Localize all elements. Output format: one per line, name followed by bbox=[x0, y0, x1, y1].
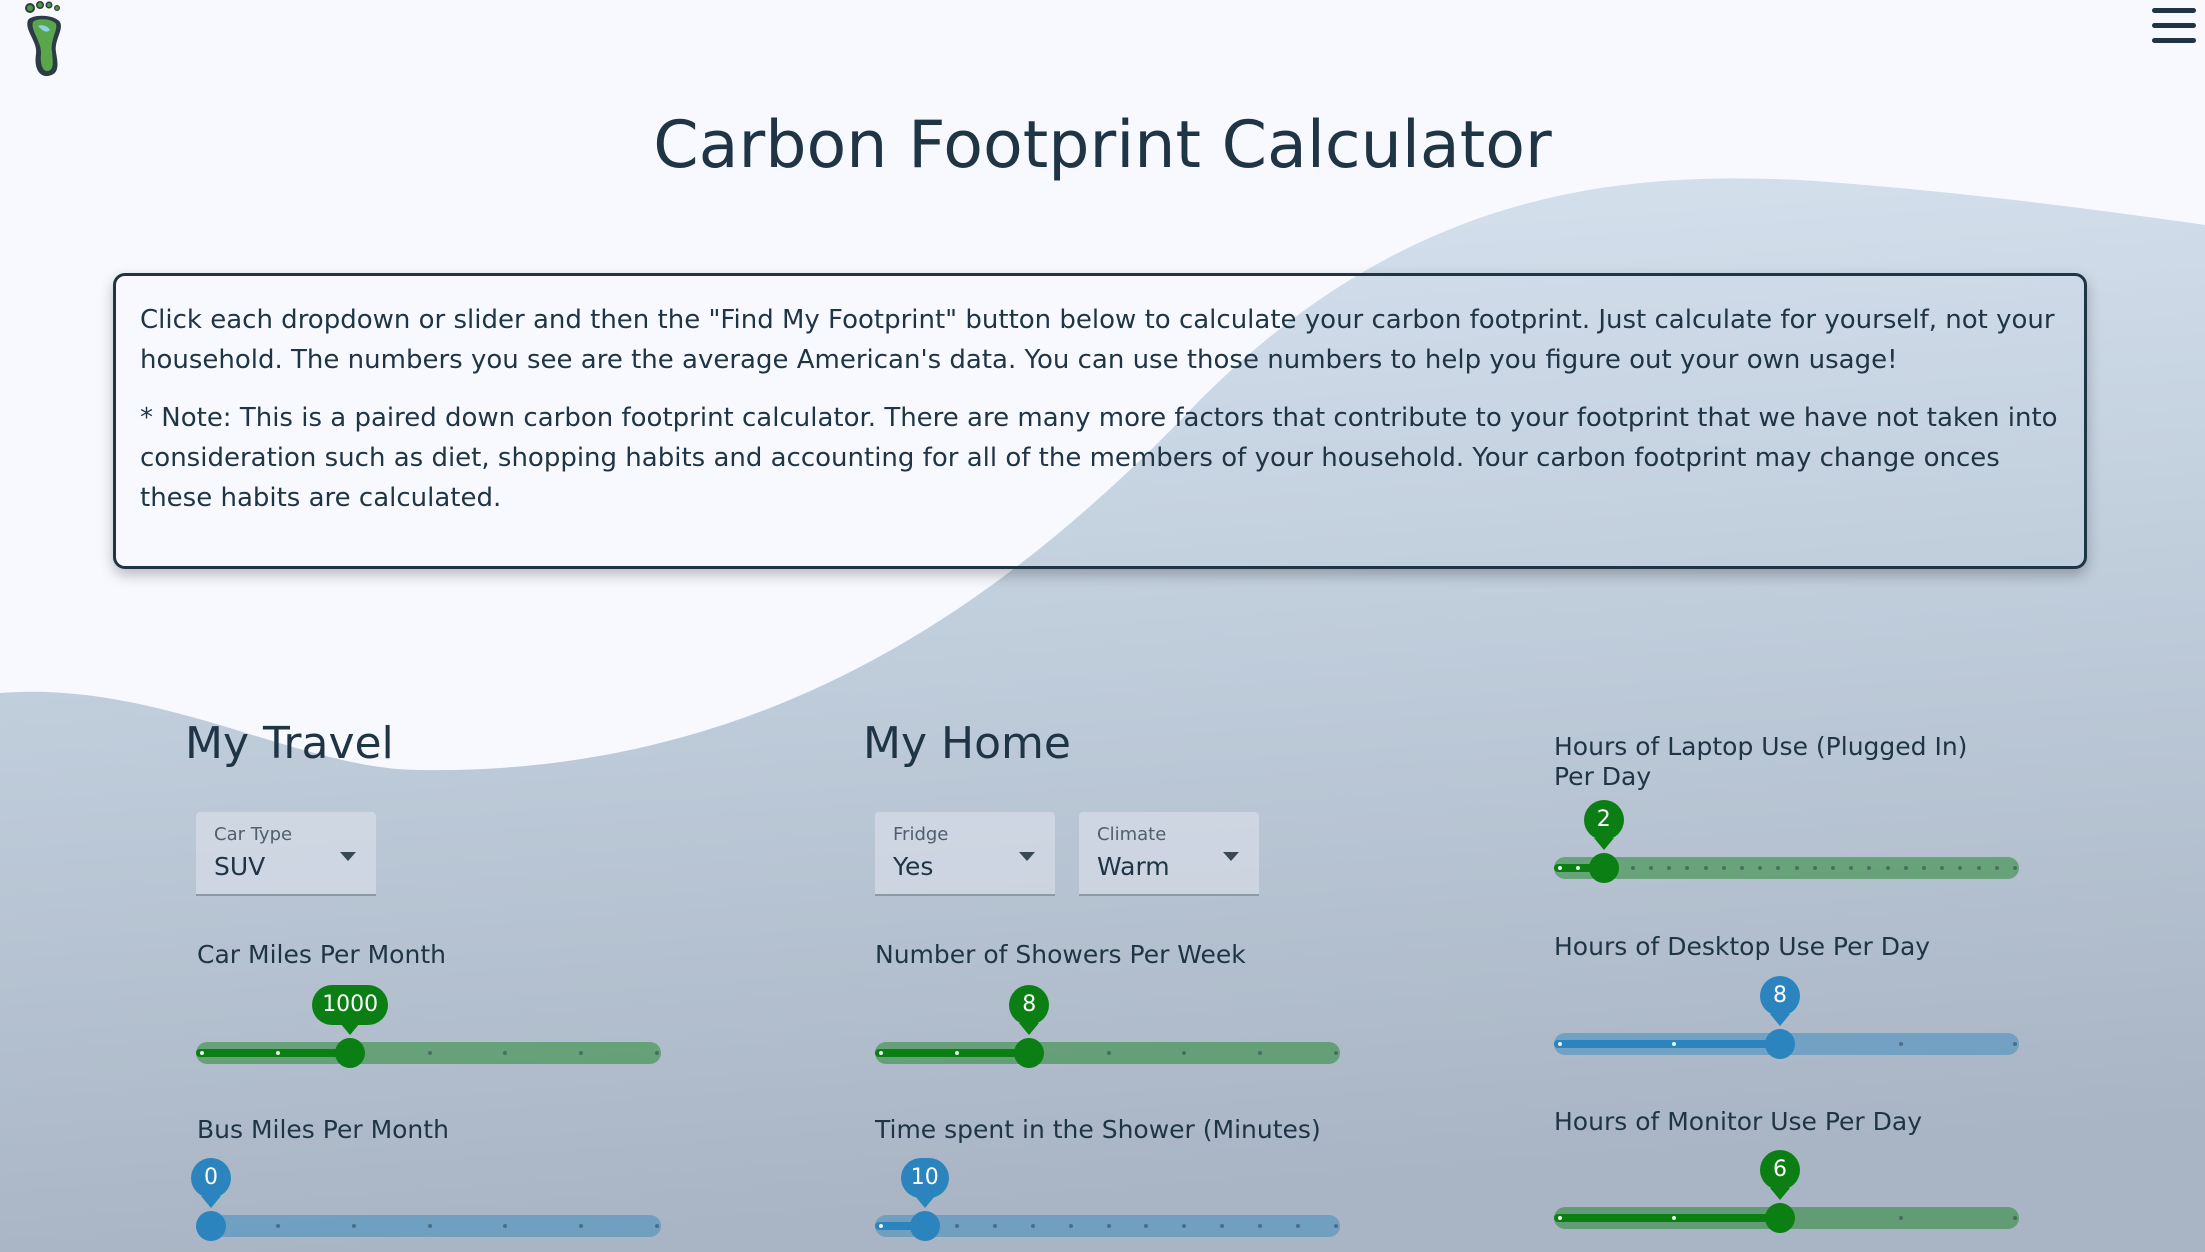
slider-value-label: 8 bbox=[1759, 976, 1800, 1016]
slider-tick bbox=[2013, 1216, 2017, 1220]
slider-tick bbox=[1558, 866, 1562, 870]
slider-track bbox=[1554, 1040, 1780, 1048]
car-type-value: SUV bbox=[214, 852, 266, 881]
slider-tick bbox=[1922, 866, 1926, 870]
slider-tick bbox=[954, 1224, 959, 1228]
slider-tick bbox=[427, 1051, 432, 1055]
slider-tick bbox=[275, 1051, 280, 1055]
dropdown-arrow-icon bbox=[340, 852, 356, 861]
dropdown-arrow-icon bbox=[1223, 852, 1239, 861]
slider-value-label: 0 bbox=[191, 1158, 231, 1198]
car-miles-slider[interactable]: 1000 bbox=[196, 985, 661, 1068]
slider-tick bbox=[954, 1051, 959, 1055]
slider-thumb[interactable] bbox=[196, 1211, 226, 1241]
slider-value-label: 1000 bbox=[312, 985, 389, 1025]
slider-tick bbox=[1030, 1224, 1035, 1228]
slider-track bbox=[875, 1049, 1030, 1057]
dropdown-arrow-icon bbox=[1019, 852, 1035, 861]
slider-tick bbox=[992, 1224, 997, 1228]
page-title: Carbon Footprint Calculator bbox=[653, 108, 1552, 183]
desktop-slider[interactable]: 8 bbox=[1554, 976, 2019, 1059]
monitor-label: Hours of Monitor Use Per Day bbox=[1554, 1107, 1923, 1136]
desktop-label: Hours of Desktop Use Per Day bbox=[1554, 932, 1931, 961]
slider-tick bbox=[2013, 866, 2017, 870]
slider-tick bbox=[879, 1224, 883, 1228]
instructions-box: Click each dropdown or slider and then t… bbox=[113, 273, 2087, 569]
slider-tick bbox=[1334, 1224, 1338, 1228]
slider-tick bbox=[1703, 866, 1708, 870]
hamburger-menu-icon[interactable] bbox=[2152, 8, 2196, 48]
slider-tick bbox=[2013, 1042, 2017, 1046]
slider-tick bbox=[655, 1224, 659, 1228]
slider-tick bbox=[1831, 866, 1835, 870]
climate-select[interactable]: Climate Warm bbox=[1079, 812, 1259, 896]
bus-miles-label: Bus Miles Per Month bbox=[197, 1115, 449, 1144]
slider-tick bbox=[1885, 866, 1890, 870]
slider-value-label: 10 bbox=[900, 1158, 949, 1198]
slider-thumb[interactable] bbox=[335, 1038, 366, 1068]
slider-value-label: 2 bbox=[1583, 800, 1624, 840]
slider-tick bbox=[427, 1224, 432, 1228]
slider-value-label: 6 bbox=[1759, 1150, 1800, 1190]
footprint-logo-icon[interactable] bbox=[20, 0, 68, 78]
slider-thumb[interactable] bbox=[909, 1211, 940, 1241]
slider-thumb[interactable] bbox=[1588, 853, 1619, 883]
slider-rail[interactable] bbox=[1554, 857, 2019, 879]
car-miles-label: Car Miles Per Month bbox=[197, 940, 446, 969]
slider-tick bbox=[1649, 866, 1653, 870]
car-type-label: Car Type bbox=[214, 824, 293, 845]
slider-tick bbox=[1106, 1224, 1111, 1228]
laptop-label: Hours of Laptop Use (Plugged In) Per Day bbox=[1554, 732, 1968, 791]
slider-tick bbox=[655, 1051, 659, 1055]
slider-tick bbox=[1903, 866, 1908, 870]
slider-tick bbox=[1068, 1224, 1073, 1228]
showers-slider[interactable]: 8 bbox=[875, 985, 1340, 1068]
slider-tick bbox=[1106, 1051, 1111, 1055]
slider-tick bbox=[1558, 1216, 1562, 1220]
slider-thumb[interactable] bbox=[1764, 1203, 1795, 1233]
slider-tick bbox=[1671, 1042, 1676, 1046]
laptop-slider[interactable]: 2 bbox=[1554, 800, 2019, 883]
slider-tick bbox=[1671, 1216, 1676, 1220]
fridge-select[interactable]: Fridge Yes bbox=[875, 812, 1055, 896]
slider-tick bbox=[879, 1051, 883, 1055]
slider-tick bbox=[1812, 866, 1817, 870]
slider-tick bbox=[1994, 866, 1999, 870]
slider-tick bbox=[275, 1224, 280, 1228]
fridge-label: Fridge bbox=[893, 824, 949, 845]
slider-tick bbox=[1740, 866, 1744, 870]
fridge-value: Yes bbox=[893, 852, 934, 881]
slider-tick bbox=[1558, 1042, 1562, 1046]
bus-miles-slider[interactable]: 0 bbox=[191, 1158, 661, 1241]
slider-thumb[interactable] bbox=[1014, 1038, 1045, 1068]
slider-tick bbox=[1334, 1051, 1338, 1055]
showers-label: Number of Showers Per Week bbox=[875, 940, 1246, 969]
note-text: * Note: This is a paired down carbon foo… bbox=[140, 403, 2058, 513]
travel-section-title: My Travel bbox=[185, 718, 394, 769]
climate-value: Warm bbox=[1097, 852, 1170, 881]
slider-tick bbox=[351, 1224, 356, 1228]
slider-value-label: 8 bbox=[1009, 985, 1050, 1025]
slider-thumb[interactable] bbox=[1764, 1029, 1795, 1059]
slider-tick bbox=[1976, 866, 1981, 870]
home-section-title: My Home bbox=[863, 718, 1071, 769]
slider-tick bbox=[1721, 866, 1726, 870]
climate-label: Climate bbox=[1097, 824, 1167, 845]
slider-tick bbox=[1630, 866, 1635, 870]
slider-track bbox=[196, 1049, 351, 1057]
monitor-slider[interactable]: 6 bbox=[1554, 1150, 2019, 1233]
shower-time-label: Time spent in the Shower (Minutes) bbox=[875, 1115, 1321, 1144]
slider-track bbox=[1554, 1214, 1780, 1222]
car-type-select[interactable]: Car Type SUV bbox=[196, 812, 376, 896]
shower-time-slider[interactable]: 10 bbox=[875, 1158, 1340, 1241]
slider-tick bbox=[200, 1051, 204, 1055]
instructions-text: Click each dropdown or slider and then t… bbox=[140, 305, 2055, 375]
slider-tick bbox=[1794, 866, 1799, 870]
